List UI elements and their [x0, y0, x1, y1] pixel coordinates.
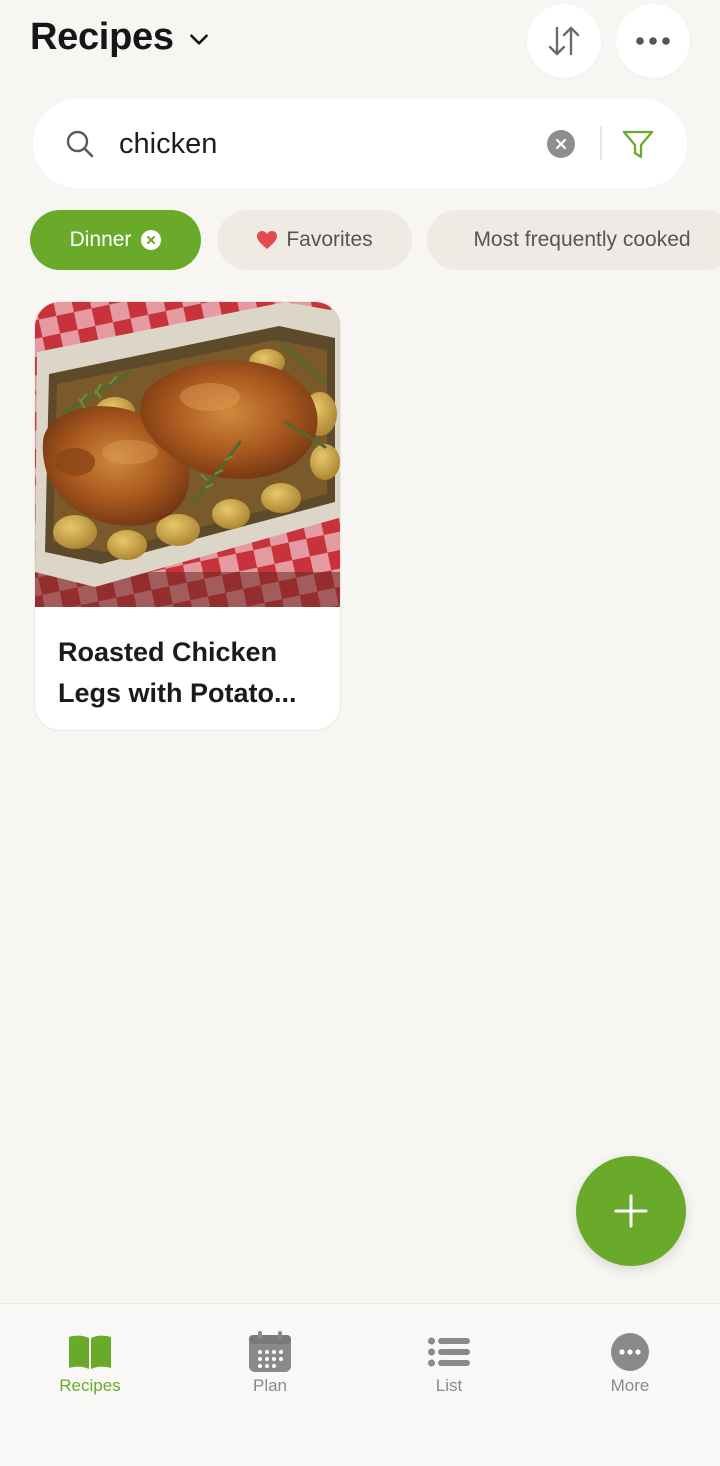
search-icon — [66, 130, 94, 158]
chip-label: Most frequently cooked — [473, 228, 691, 251]
more-options-button[interactable] — [616, 4, 690, 78]
search-input[interactable] — [119, 123, 519, 165]
add-recipe-button[interactable] — [576, 1156, 686, 1266]
chip-label: Dinner — [69, 228, 132, 251]
chip-label: Favorites — [286, 228, 373, 251]
more-circle-icon — [607, 1330, 653, 1374]
heart-icon — [257, 231, 278, 249]
sort-icon — [548, 26, 580, 56]
filter-icon[interactable] — [621, 127, 655, 161]
nav-item-list[interactable]: List — [389, 1330, 509, 1400]
remove-chip-button[interactable] — [141, 230, 162, 250]
plus-icon — [614, 1194, 648, 1228]
bottom-navigation: Recipes Plan List More — [0, 1303, 720, 1466]
nav-label: List — [435, 1376, 463, 1395]
recipe-grid: Roasted Chicken Legs with Potato... — [0, 298, 720, 1303]
recipe-title: Roasted Chicken Legs with Potato... — [58, 637, 297, 708]
chip-favorites[interactable]: Favorites — [217, 210, 412, 270]
app-root: Recipes chicken Dinner Favorites Most fr… — [0, 0, 720, 1466]
title-dropdown[interactable]: Recipes — [30, 16, 212, 59]
search-divider — [600, 126, 602, 160]
chip-most-frequently-cooked[interactable]: Most frequently cooked — [427, 210, 720, 270]
close-icon — [147, 236, 156, 244]
nav-item-plan[interactable]: Plan — [210, 1330, 330, 1400]
recipe-card[interactable]: Roasted Chicken Legs with Potato... — [34, 301, 341, 731]
filter-chips: Dinner Favorites Most frequently cooked — [30, 210, 720, 270]
more-icon — [636, 37, 670, 45]
header: Recipes — [0, 0, 720, 90]
page-title: Recipes — [30, 16, 174, 58]
chip-dinner[interactable]: Dinner — [30, 210, 201, 270]
nav-item-recipes[interactable]: Recipes — [30, 1330, 150, 1400]
close-icon — [555, 138, 567, 150]
nav-label: Plan — [252, 1376, 288, 1395]
nav-item-more[interactable]: More — [570, 1330, 690, 1400]
list-icon — [426, 1330, 472, 1374]
calendar-icon — [247, 1330, 293, 1374]
recipe-image — [35, 302, 340, 607]
chevron-down-icon — [189, 33, 208, 45]
nav-label: Recipes — [59, 1376, 121, 1395]
clear-search-button[interactable] — [547, 130, 575, 158]
nav-label: More — [610, 1376, 650, 1395]
search-bar — [33, 99, 687, 188]
sort-button[interactable] — [527, 4, 601, 78]
book-icon — [67, 1330, 113, 1374]
